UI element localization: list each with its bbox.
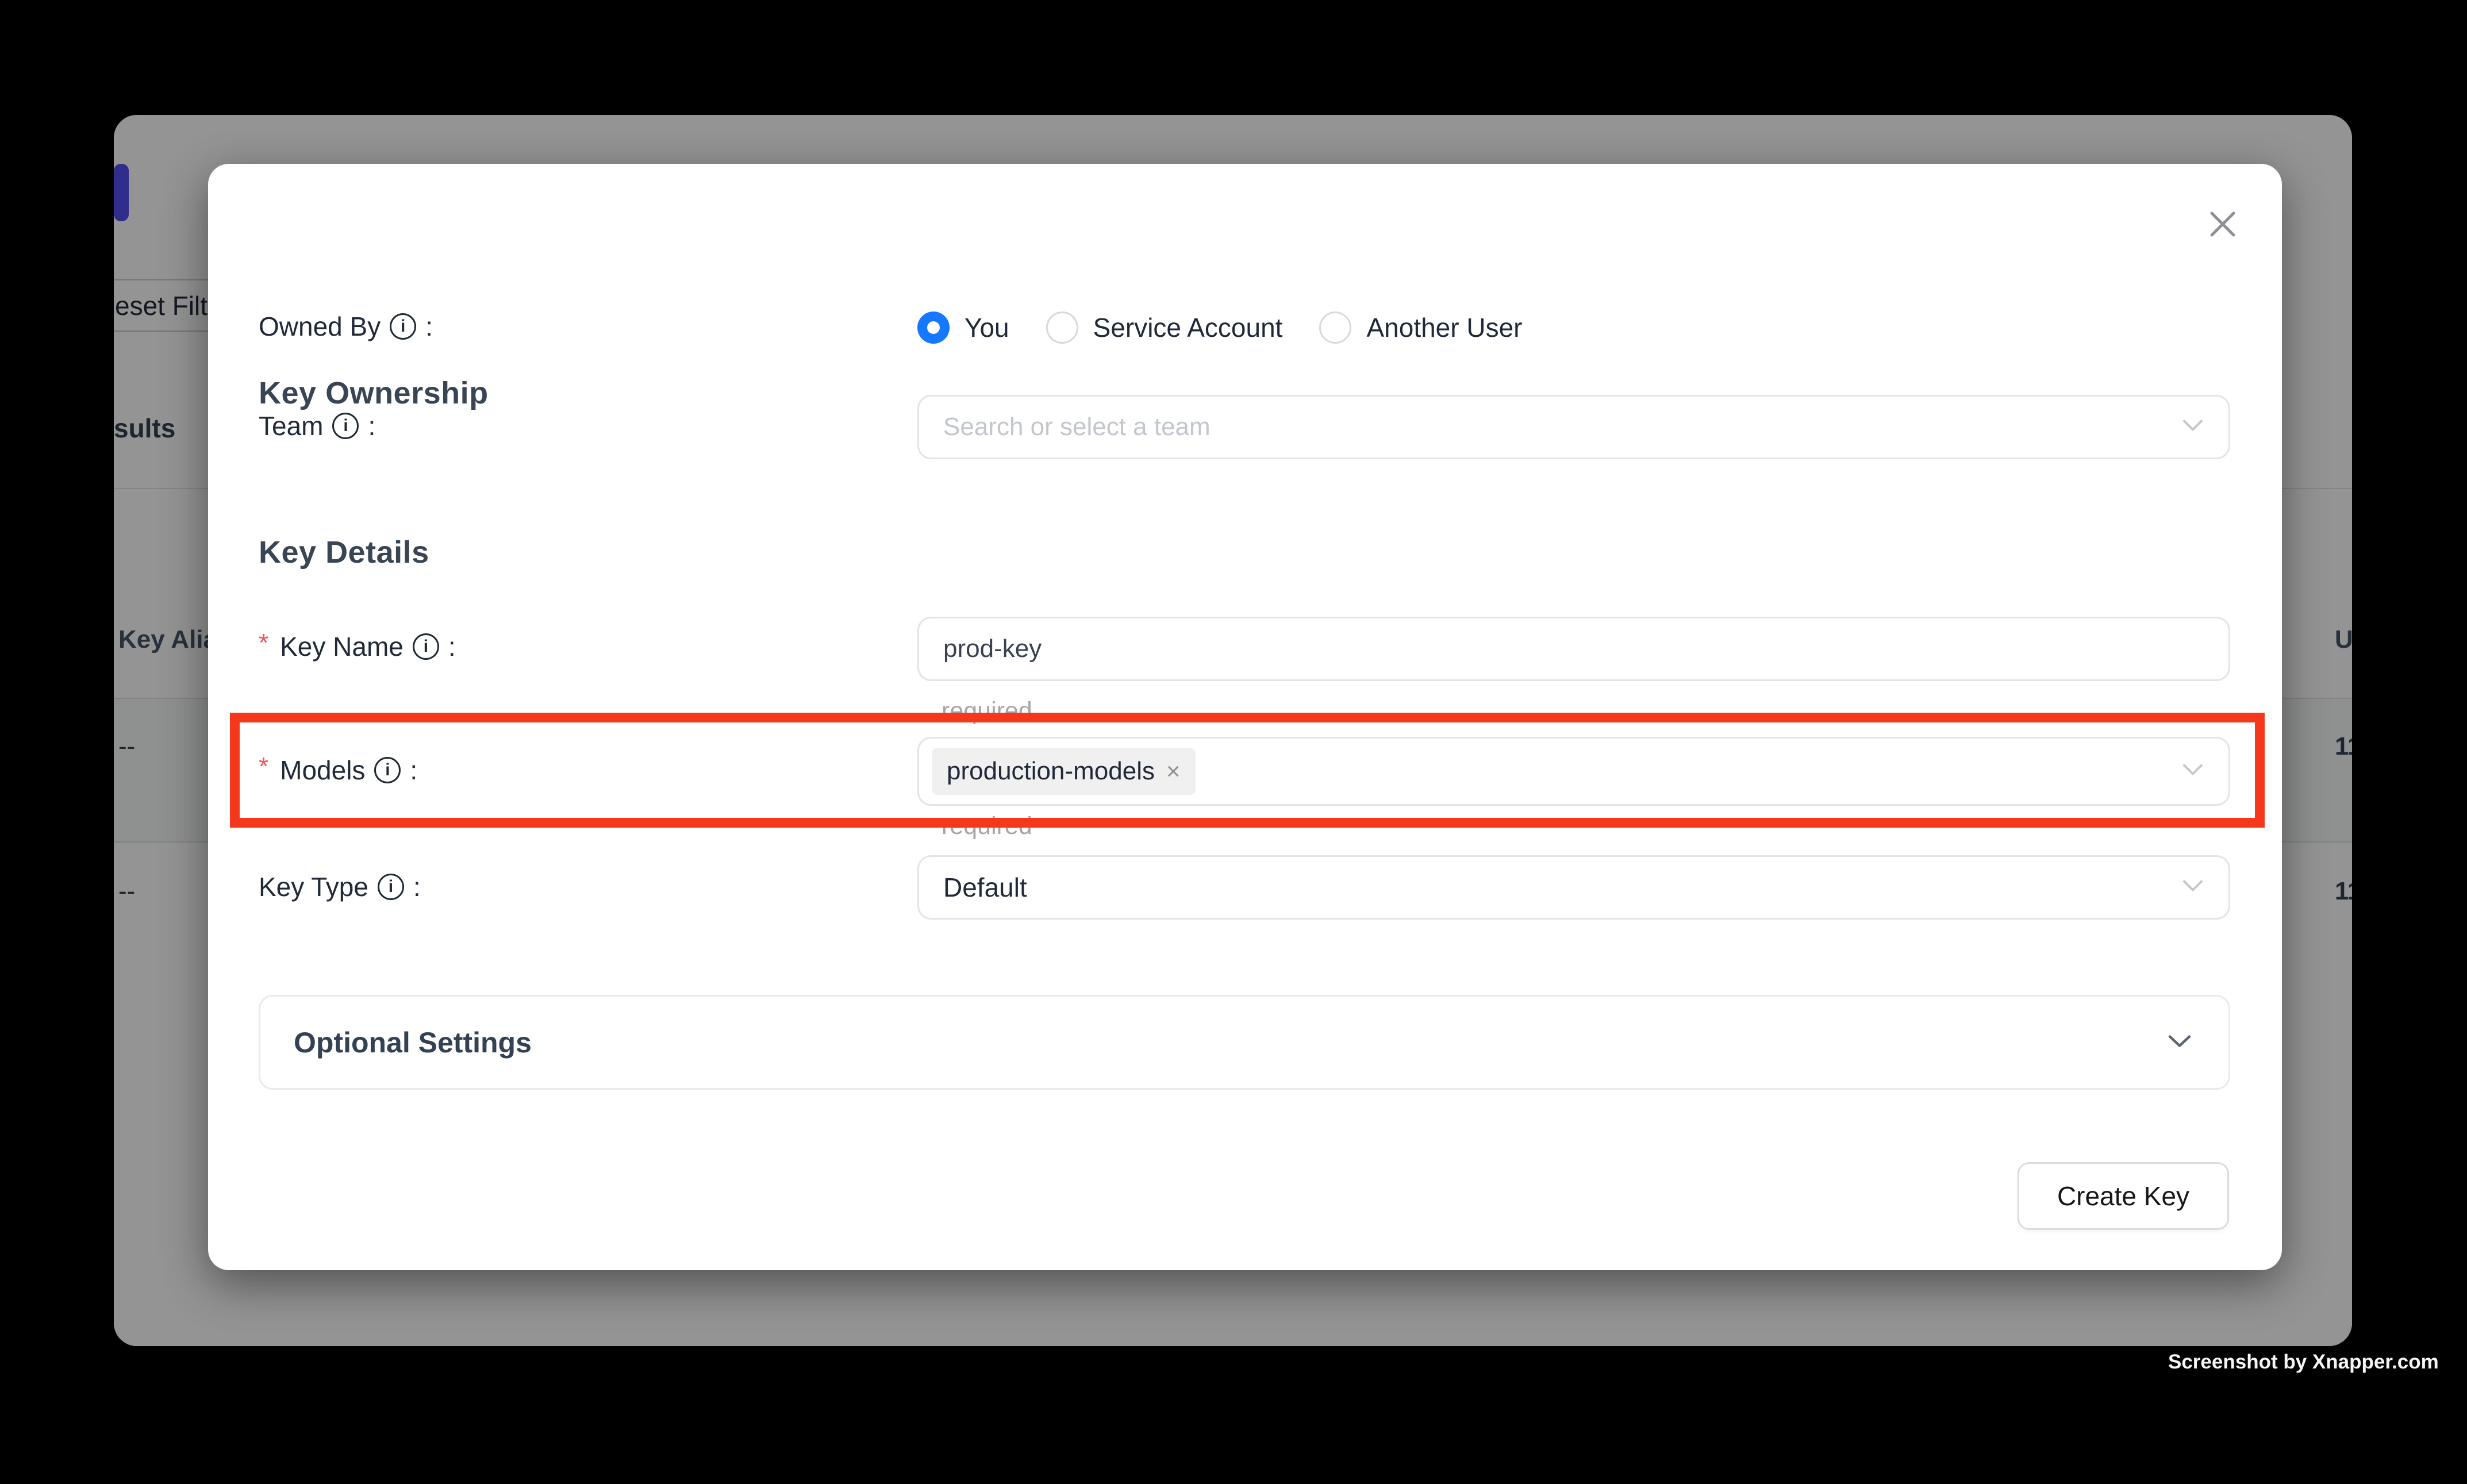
radio-unselected-icon [1046, 312, 1078, 344]
optional-settings-panel[interactable]: Optional Settings [259, 995, 2230, 1090]
info-icon[interactable]: i [390, 313, 416, 340]
models-label: * Models i : [259, 755, 417, 786]
radio-selected-icon [917, 312, 950, 344]
radio-unselected-icon [1319, 312, 1351, 344]
key-name-value: prod-key [943, 635, 1042, 663]
chevron-down-icon [2182, 420, 2203, 435]
radio-you[interactable]: You [917, 312, 1009, 344]
team-label: Team i : [259, 410, 375, 441]
close-icon[interactable] [2208, 210, 2237, 239]
selected-model-tag-label: production-models [947, 757, 1155, 786]
team-select[interactable]: Search or select a team [917, 395, 2230, 459]
info-icon[interactable]: i [332, 413, 359, 439]
create-key-button[interactable]: Create Key [2018, 1162, 2229, 1230]
key-type-label: Key Type i : [259, 871, 421, 902]
required-asterisk: * [259, 629, 268, 658]
chevron-down-icon [2182, 880, 2203, 895]
key-type-value: Default [943, 872, 1027, 903]
models-select[interactable]: production-models × [917, 737, 2230, 806]
info-icon[interactable]: i [378, 874, 404, 900]
models-validation-text: required [942, 812, 1032, 840]
optional-settings-title: Optional Settings [294, 1026, 532, 1059]
info-icon[interactable]: i [413, 633, 439, 660]
radio-service-account[interactable]: Service Account [1046, 312, 1283, 344]
key-type-select[interactable]: Default [917, 855, 2230, 920]
required-asterisk: * [259, 752, 268, 781]
info-icon[interactable]: i [374, 757, 401, 783]
watermark-text: Screenshot by Xnapper.com [2168, 1351, 2439, 1374]
key-name-input[interactable]: prod-key [917, 617, 2230, 681]
key-name-validation-text: required [942, 697, 1032, 725]
radio-another-user[interactable]: Another User [1319, 312, 1522, 344]
key-name-label: * Key Name i : [259, 631, 456, 662]
create-key-modal: Key Ownership Owned By i : You Service A… [208, 164, 2282, 1270]
chevron-down-icon [2182, 764, 2203, 779]
tag-remove-icon[interactable]: × [1166, 759, 1181, 783]
team-select-placeholder: Search or select a team [943, 413, 1211, 441]
owned-by-label: Owned By i : [259, 311, 433, 342]
owned-by-radio-group: You Service Account Another User [917, 312, 1522, 344]
chevron-down-icon [2168, 1034, 2192, 1051]
section-title-key-ownership: Key Ownership [259, 375, 489, 411]
section-title-key-details: Key Details [259, 535, 429, 570]
selected-model-tag: production-models × [932, 748, 1196, 795]
